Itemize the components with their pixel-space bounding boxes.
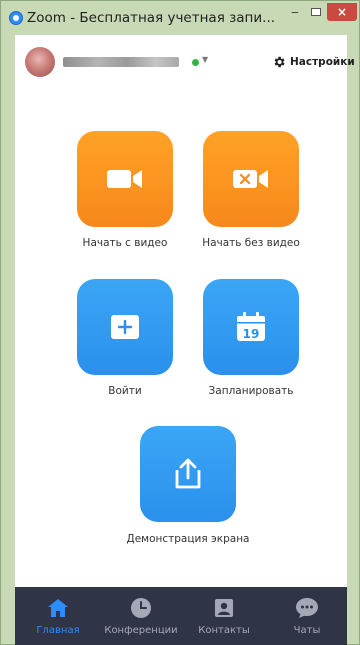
- share-up-arrow-icon: [175, 458, 201, 489]
- zoom-app-icon: [9, 11, 23, 25]
- home-icon: [48, 599, 68, 617]
- bottom-navigation: Главная Конференции Контакты Чаты: [15, 587, 347, 645]
- nav-label-chats: Чаты: [293, 625, 321, 636]
- share-screen-label: Демонстрация экрана: [126, 533, 250, 545]
- nav-item-chats[interactable]: Чаты: [267, 587, 347, 645]
- schedule-label: Запланировать: [208, 385, 294, 397]
- minimize-button[interactable]: ‒: [285, 3, 305, 21]
- zoom-window: Zoom - Бесплатная учетная запи... ‒ × ▼ …: [0, 0, 360, 645]
- maximize-button[interactable]: [305, 3, 327, 21]
- username-blurred[interactable]: [63, 57, 179, 67]
- schedule-button[interactable]: 19: [203, 279, 299, 375]
- contact-card-icon: [215, 599, 233, 617]
- gear-icon: [274, 56, 285, 68]
- window-title: Zoom - Бесплатная учетная запи...: [27, 10, 276, 26]
- video-camera-off-icon: [233, 170, 268, 188]
- calendar-day: 19: [243, 327, 260, 341]
- avatar[interactable]: [25, 47, 55, 77]
- home-panel: ▼ Настройки Начать с видео Начать без ви…: [15, 35, 355, 587]
- share-screen-button[interactable]: [140, 426, 236, 522]
- clock-icon: [131, 598, 151, 618]
- title-bar: Zoom - Бесплатная учетная запи... ‒ ×: [1, 1, 359, 35]
- settings-button[interactable]: Настройки: [272, 54, 355, 70]
- maximize-icon: [311, 8, 321, 16]
- nav-label-meetings: Конференции: [104, 625, 178, 636]
- plus-icon: [111, 315, 139, 339]
- nav-label-contacts: Контакты: [198, 625, 250, 636]
- nav-item-meetings[interactable]: Конференции: [101, 587, 181, 645]
- calendar-icon: 19: [237, 312, 265, 341]
- start-without-video-label: Начать без видео: [202, 237, 300, 249]
- status-online-icon[interactable]: [192, 59, 199, 66]
- close-button[interactable]: ×: [327, 3, 357, 21]
- nav-item-contacts[interactable]: Контакты: [184, 587, 264, 645]
- start-without-video-button[interactable]: [203, 131, 299, 227]
- start-with-video-button[interactable]: [77, 131, 173, 227]
- join-button[interactable]: [77, 279, 173, 375]
- video-camera-icon: [107, 170, 142, 188]
- nav-label-home: Главная: [36, 625, 80, 636]
- settings-label: Настройки: [290, 56, 355, 68]
- chat-bubble-icon: [296, 598, 318, 618]
- chevron-down-icon[interactable]: ▼: [202, 55, 208, 64]
- nav-item-home[interactable]: Главная: [18, 587, 98, 645]
